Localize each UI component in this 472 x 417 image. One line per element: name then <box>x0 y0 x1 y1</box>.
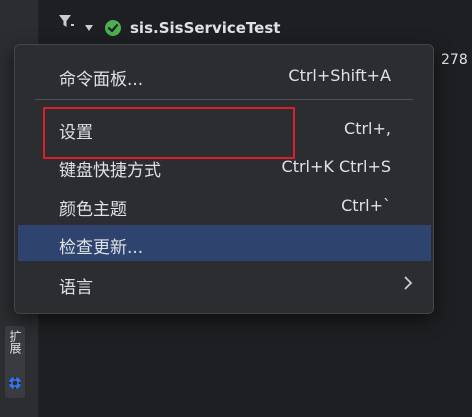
test-tree-root-row[interactable]: sis.SisServiceTest <box>84 17 280 39</box>
chevron-down-icon[interactable] <box>84 23 94 33</box>
test-duration-value: 278 <box>441 52 468 68</box>
extensions-side-tab[interactable]: 扩展 <box>5 326 25 398</box>
menu-item-label: 检查更新... <box>59 238 144 258</box>
menu-item-command-palette[interactable]: 命令面板... Ctrl+Shift+A <box>18 57 431 93</box>
menu-item-settings[interactable]: 设置 Ctrl+, <box>18 110 431 146</box>
menu-item-shortcut: Ctrl+K Ctrl+S <box>281 157 391 176</box>
menu-item-label: 键盘快捷方式 <box>59 161 161 181</box>
extensions-gear-icon <box>8 376 22 390</box>
menu-item-keyboard-shortcuts[interactable]: 键盘快捷方式 Ctrl+K Ctrl+S <box>18 148 431 184</box>
settings-context-menu: 命令面板... Ctrl+Shift+A 设置 Ctrl+, 键盘快捷方式 Ct… <box>14 44 434 314</box>
menu-item-shortcut: Ctrl+, <box>344 119 391 138</box>
test-suite-name: sis.SisServiceTest <box>130 19 281 37</box>
filter-icon[interactable] <box>57 12 75 30</box>
menu-item-check-updates[interactable]: 检查更新... <box>18 225 431 261</box>
test-passed-icon <box>105 20 121 36</box>
menu-item-shortcut: Ctrl+` <box>341 196 391 215</box>
menu-item-color-theme[interactable]: 颜色主题 Ctrl+` <box>18 187 431 223</box>
menu-item-label: 颜色主题 <box>59 200 127 220</box>
side-tab-label: 扩展 <box>8 330 22 354</box>
menu-item-label: 设置 <box>59 123 93 143</box>
chevron-right-icon <box>404 276 413 290</box>
menu-item-shortcut: Ctrl+Shift+A <box>288 66 391 85</box>
menu-item-language[interactable]: 语言 <box>18 265 431 301</box>
menu-item-label: 语言 <box>59 278 93 298</box>
ide-window: 扩展 sis.SisServiceTest 278 命令面板... Ctrl+S… <box>0 0 472 417</box>
menu-separator <box>35 99 413 100</box>
menu-item-label: 命令面板... <box>59 70 144 90</box>
